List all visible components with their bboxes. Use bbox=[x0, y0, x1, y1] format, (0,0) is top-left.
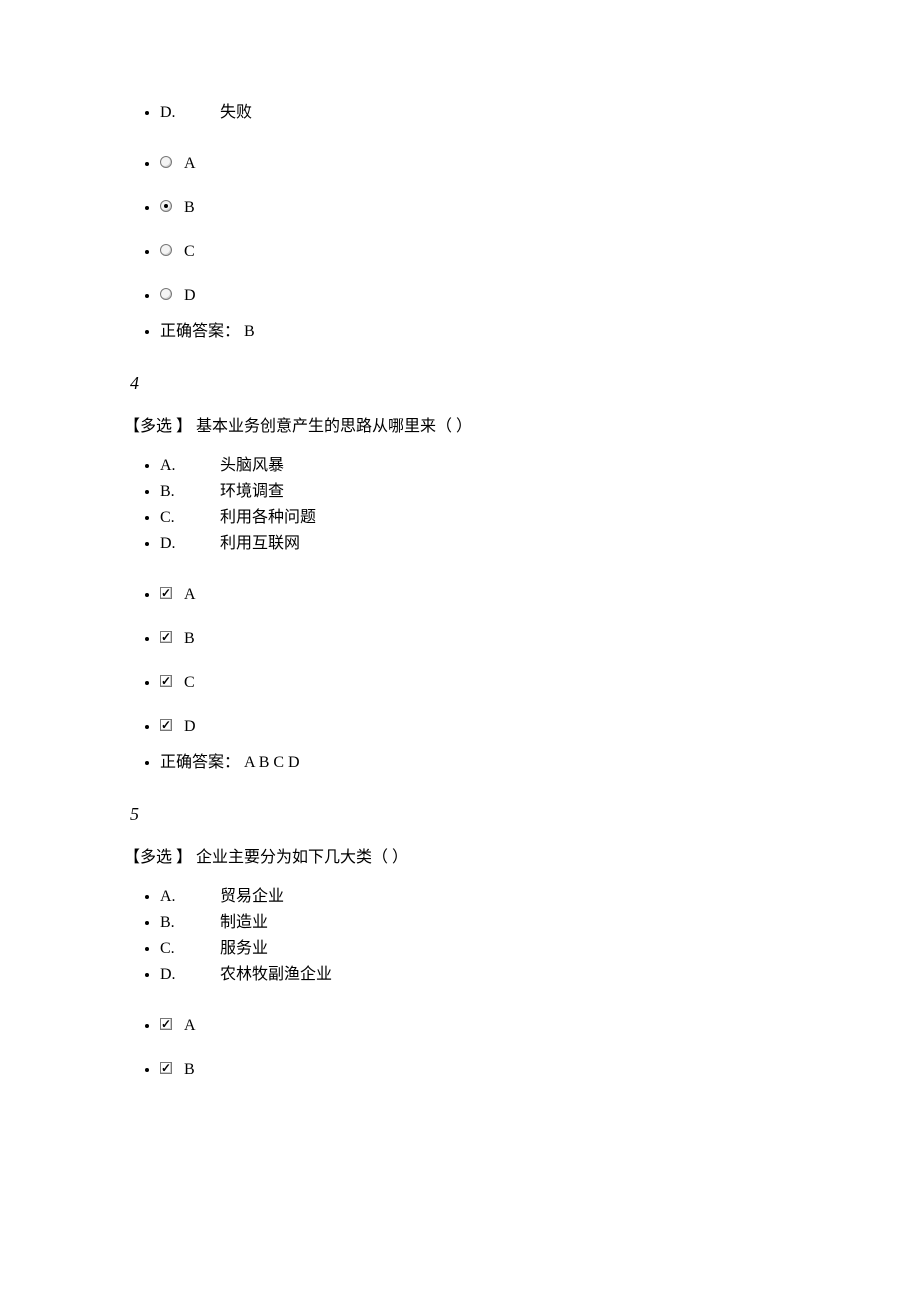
q5-stem: 【多选 】 企业主要分为如下几大类（ ） bbox=[124, 846, 840, 870]
checkbox-icon[interactable] bbox=[160, 1018, 172, 1030]
q4-option-d: D. 利用互联网 bbox=[160, 531, 840, 557]
q4-check-b-item: B bbox=[160, 617, 840, 661]
q4-check-a-item: A bbox=[160, 573, 840, 617]
answer-label: 正确答案： bbox=[160, 323, 240, 340]
checkbox-label: B bbox=[184, 1058, 195, 1082]
option-letter: C. bbox=[160, 506, 216, 530]
radio-icon[interactable] bbox=[160, 200, 172, 212]
q3-radio-d-item: D bbox=[160, 274, 840, 318]
option-text: 贸易企业 bbox=[220, 888, 284, 905]
q3-answer: 正确答案： B bbox=[160, 318, 840, 346]
q5-check-a-item: A bbox=[160, 1004, 840, 1048]
q4-answer: 正确答案： A B C D bbox=[160, 749, 840, 777]
radio-label: B bbox=[184, 196, 195, 220]
q5-option-text-list: A. 贸易企业 B. 制造业 C. 服务业 D. 农林牧副渔企业 bbox=[80, 884, 840, 988]
option-letter: D. bbox=[160, 963, 216, 987]
answer-value: A B C D bbox=[244, 754, 300, 771]
q5-number: 5 bbox=[130, 801, 840, 828]
checkbox-icon[interactable] bbox=[160, 719, 172, 731]
q4-check-c-item: C bbox=[160, 661, 840, 705]
q5-check-b-item: B bbox=[160, 1048, 840, 1092]
radio-label: A bbox=[184, 152, 196, 176]
option-letter: B. bbox=[160, 911, 216, 935]
radio-label: D bbox=[184, 284, 196, 308]
q3-radio-b-item: B bbox=[160, 186, 840, 230]
option-letter: D. bbox=[160, 532, 216, 556]
q5-check-list: A B bbox=[80, 1004, 840, 1092]
checkbox-icon[interactable] bbox=[160, 631, 172, 643]
q5-option-b: B. 制造业 bbox=[160, 910, 840, 936]
checkbox-label: A bbox=[184, 1014, 196, 1038]
option-text: 利用各种问题 bbox=[220, 509, 316, 526]
option-letter: B. bbox=[160, 480, 216, 504]
q4-option-a: A. 头脑风暴 bbox=[160, 453, 840, 479]
checkbox-label: A bbox=[184, 583, 196, 607]
q3-radio-a-item: A bbox=[160, 142, 840, 186]
checkbox-icon[interactable] bbox=[160, 587, 172, 599]
radio-icon[interactable] bbox=[160, 244, 172, 256]
q3-radio-c-item: C bbox=[160, 230, 840, 274]
q3-radio-list: A B C D bbox=[80, 142, 840, 318]
option-text: 农林牧副渔企业 bbox=[220, 966, 332, 983]
q4-check-list: A B C D bbox=[80, 573, 840, 749]
radio-label: C bbox=[184, 240, 195, 264]
radio-icon[interactable] bbox=[160, 288, 172, 300]
q4-check-d-item: D bbox=[160, 705, 840, 749]
option-text: 头脑风暴 bbox=[220, 457, 284, 474]
option-text: 制造业 bbox=[220, 914, 268, 931]
option-letter: A. bbox=[160, 885, 216, 909]
q3-option-text-list: D. 失败 bbox=[80, 100, 840, 126]
option-letter: A. bbox=[160, 454, 216, 478]
q4-option-c: C. 利用各种问题 bbox=[160, 505, 840, 531]
answer-label: 正确答案： bbox=[160, 754, 240, 771]
q4-number: 4 bbox=[130, 370, 840, 397]
q3-answer-row: 正确答案： B bbox=[80, 318, 840, 346]
option-letter: D. bbox=[160, 101, 216, 125]
option-text: 失败 bbox=[220, 104, 252, 121]
q4-stem: 【多选 】 基本业务创意产生的思路从哪里来（ ） bbox=[124, 415, 840, 439]
q5-option-a: A. 贸易企业 bbox=[160, 884, 840, 910]
q3-option-d: D. 失败 bbox=[160, 100, 840, 126]
checkbox-icon[interactable] bbox=[160, 675, 172, 687]
q5-option-d: D. 农林牧副渔企业 bbox=[160, 962, 840, 988]
option-letter: C. bbox=[160, 937, 216, 961]
radio-icon[interactable] bbox=[160, 156, 172, 168]
option-text: 环境调查 bbox=[220, 483, 284, 500]
answer-value: B bbox=[244, 323, 255, 340]
checkbox-label: D bbox=[184, 715, 196, 739]
option-text: 服务业 bbox=[220, 940, 268, 957]
checkbox-label: B bbox=[184, 627, 195, 651]
q4-option-b: B. 环境调查 bbox=[160, 479, 840, 505]
option-text: 利用互联网 bbox=[220, 535, 300, 552]
q4-option-text-list: A. 头脑风暴 B. 环境调查 C. 利用各种问题 D. 利用互联网 bbox=[80, 453, 840, 557]
q5-option-c: C. 服务业 bbox=[160, 936, 840, 962]
q4-answer-row: 正确答案： A B C D bbox=[80, 749, 840, 777]
checkbox-label: C bbox=[184, 671, 195, 695]
checkbox-icon[interactable] bbox=[160, 1062, 172, 1074]
